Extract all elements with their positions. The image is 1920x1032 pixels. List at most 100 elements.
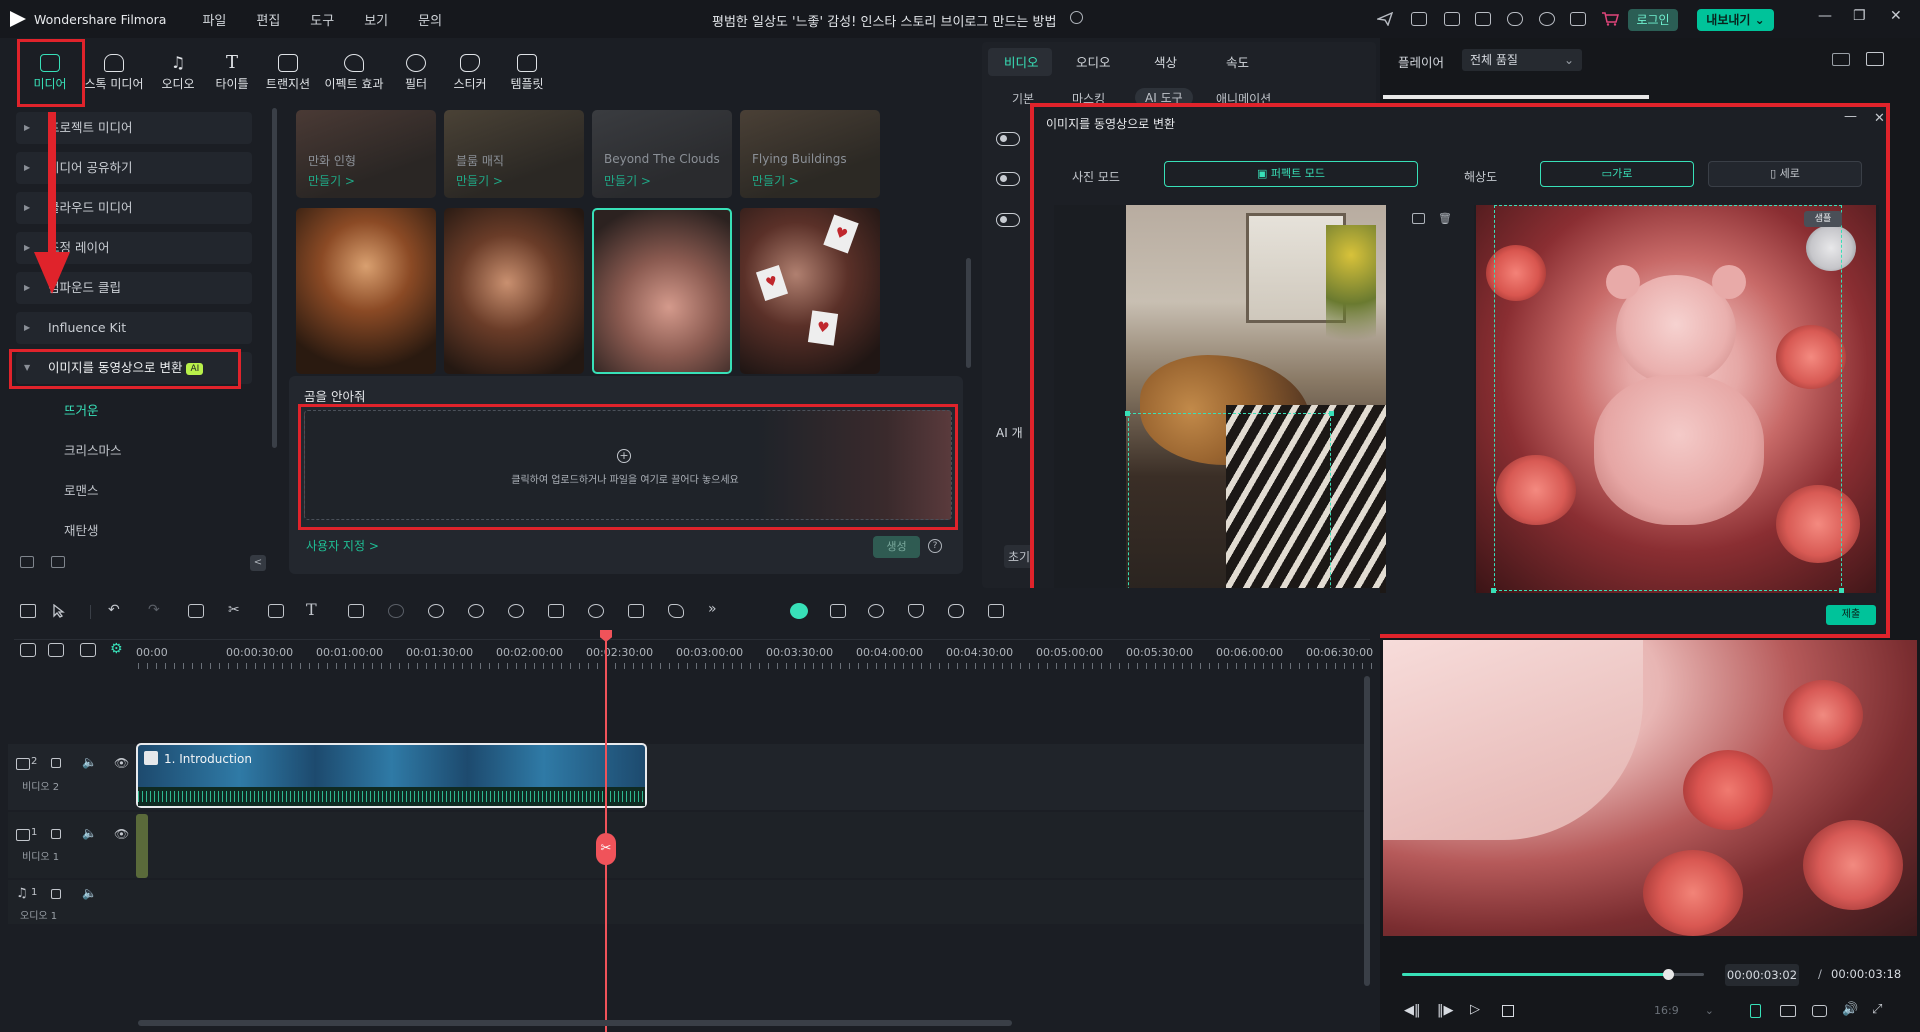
dialog-close-icon[interactable]: ✕: [1874, 111, 1885, 126]
volume-icon[interactable]: 🔊: [1842, 1002, 1858, 1017]
undo-icon[interactable]: ↶: [108, 602, 120, 618]
timeline-horizontal-scrollbar[interactable]: [138, 1020, 1012, 1026]
minimize-icon[interactable]: —: [1818, 8, 1832, 24]
menu-tools[interactable]: 도구: [310, 10, 334, 29]
login-button[interactable]: 로그인: [1628, 9, 1678, 31]
select-tool-icon[interactable]: [52, 603, 68, 618]
crop-icon[interactable]: [268, 604, 284, 618]
ai-assistant-icon[interactable]: [790, 603, 808, 619]
stop-icon[interactable]: [1502, 1005, 1514, 1017]
replace-image-icon[interactable]: [1412, 213, 1425, 224]
aspect-select[interactable]: 16:9 ⌄: [1650, 1001, 1718, 1021]
prev-frame-icon[interactable]: ◀‖: [1404, 1003, 1421, 1018]
playback-progress-track[interactable]: [1402, 969, 1704, 980]
microphone-icon[interactable]: [948, 604, 964, 618]
quality-select[interactable]: 전체 품질 ⌄: [1462, 49, 1582, 71]
tab-video[interactable]: 비디오: [1004, 52, 1039, 71]
restore-icon[interactable]: ❐: [1853, 8, 1866, 24]
template-thumb-hug-bear[interactable]: [592, 208, 732, 374]
toggle-switch[interactable]: [996, 213, 1020, 227]
ai-tool-icon[interactable]: [508, 604, 524, 618]
resolution-vertical-button[interactable]: ▯ 세로: [1708, 161, 1862, 187]
sub-item-hot[interactable]: 뜨거운: [64, 400, 99, 419]
apps-grid-icon[interactable]: [1570, 12, 1586, 26]
lock-icon[interactable]: [51, 829, 61, 839]
playback-progress-knob[interactable]: [1662, 969, 1674, 980]
tool-titles[interactable]: T 타이틀: [202, 54, 262, 92]
mute-icon[interactable]: 🔈: [82, 886, 97, 900]
toggle-switch[interactable]: [996, 132, 1020, 146]
more-tools-icon[interactable]: »: [708, 601, 717, 617]
make-link[interactable]: 만들기 >: [604, 172, 651, 189]
customize-link[interactable]: 사용자 지정 >: [306, 537, 379, 554]
tab-color[interactable]: 색상: [1154, 52, 1177, 71]
cloud-icon[interactable]: [1507, 12, 1523, 26]
color-match-icon[interactable]: [388, 604, 404, 618]
crop-handle[interactable]: [1839, 588, 1844, 593]
submit-button[interactable]: 제출: [1826, 605, 1876, 625]
tab-audio[interactable]: 오디오: [1076, 52, 1111, 71]
folder-icon[interactable]: [51, 556, 65, 568]
close-icon[interactable]: ✕: [1890, 8, 1902, 24]
lock-icon[interactable]: [51, 758, 61, 768]
video-clip[interactable]: 1. Introduction: [136, 743, 647, 808]
eye-icon[interactable]: 👁: [114, 756, 129, 770]
resolution-horizontal-button[interactable]: ▭가로: [1540, 161, 1694, 187]
lock-icon[interactable]: [51, 889, 61, 899]
mixer-icon[interactable]: [988, 604, 1004, 618]
mute-icon[interactable]: 🔈: [82, 826, 97, 840]
add-track-icon[interactable]: [20, 643, 36, 657]
feedback-icon[interactable]: [1411, 12, 1427, 26]
tool-transitions[interactable]: 트랜지션: [258, 54, 318, 92]
sidebar-scrollbar[interactable]: [272, 108, 277, 448]
headset-icon[interactable]: [1539, 12, 1555, 26]
menu-edit[interactable]: 편집: [256, 10, 280, 29]
delete-icon[interactable]: [188, 604, 204, 618]
sidebar-item-influence-kit[interactable]: ▶ Influence Kit: [16, 312, 252, 344]
display-icon[interactable]: [1780, 1005, 1796, 1017]
split-icon[interactable]: ✂: [228, 602, 240, 618]
play-icon[interactable]: ▷: [1470, 1002, 1480, 1017]
render-icon[interactable]: [1750, 1004, 1761, 1018]
grid-view-icon[interactable]: [1832, 53, 1850, 66]
tool-templates[interactable]: 템플릿: [497, 54, 557, 92]
tool-stickers[interactable]: 스티커: [440, 54, 500, 92]
make-link[interactable]: 만들기 >: [752, 172, 799, 189]
fit-frame-icon[interactable]: [628, 604, 644, 618]
menu-help[interactable]: 문의: [418, 10, 442, 29]
mask-icon[interactable]: [468, 604, 484, 618]
timeline-vertical-scrollbar[interactable]: [1364, 676, 1370, 986]
mute-icon[interactable]: 🔈: [82, 755, 97, 769]
current-time[interactable]: 00:00:03:02: [1725, 964, 1799, 986]
crop-handle[interactable]: [1329, 411, 1334, 416]
edit-icon[interactable]: [548, 604, 564, 618]
snapshot-icon[interactable]: [1866, 52, 1884, 66]
menu-file[interactable]: 파일: [202, 10, 226, 29]
crop-handle[interactable]: [1125, 411, 1130, 416]
template-card[interactable]: 만화 인형 만들기 >: [296, 110, 436, 198]
text-icon[interactable]: T: [306, 600, 317, 619]
link-icon[interactable]: [48, 643, 64, 657]
make-link[interactable]: 만들기 >: [308, 172, 355, 189]
tool-effects[interactable]: 이펙트 효과: [322, 54, 386, 92]
keyframe-icon[interactable]: [668, 604, 684, 618]
shape-icon[interactable]: [348, 604, 364, 618]
photo-mode-perfect-button[interactable]: ▣ 퍼펙트 모드: [1164, 161, 1418, 187]
make-link[interactable]: 만들기 >: [456, 172, 503, 189]
template-card[interactable]: 블룸 매직 만들기 >: [444, 110, 584, 198]
sub-item-christmas[interactable]: 크리스마스: [64, 440, 122, 459]
tool-audio[interactable]: ♫ 오디오: [148, 54, 208, 92]
timer-icon[interactable]: [588, 604, 604, 618]
scissors-split-icon[interactable]: ✂: [596, 833, 616, 865]
monitor-icon[interactable]: [1444, 12, 1460, 26]
sub-item-romance[interactable]: 로맨스: [64, 480, 99, 499]
speed-icon[interactable]: [428, 604, 444, 618]
eye-icon[interactable]: 👁: [114, 827, 129, 841]
tool-stock-media[interactable]: 스톡 미디어: [84, 54, 144, 92]
export-button[interactable]: 내보내기 ⌄: [1697, 9, 1774, 31]
generate-button[interactable]: 생성: [873, 536, 920, 558]
collapse-sidebar-icon[interactable]: <: [250, 555, 266, 571]
dialog-minimize-icon[interactable]: —: [1844, 109, 1857, 124]
crop-handle[interactable]: [1491, 588, 1496, 593]
template-thumb-hearts[interactable]: ♥ ♥ ♥: [740, 208, 880, 374]
